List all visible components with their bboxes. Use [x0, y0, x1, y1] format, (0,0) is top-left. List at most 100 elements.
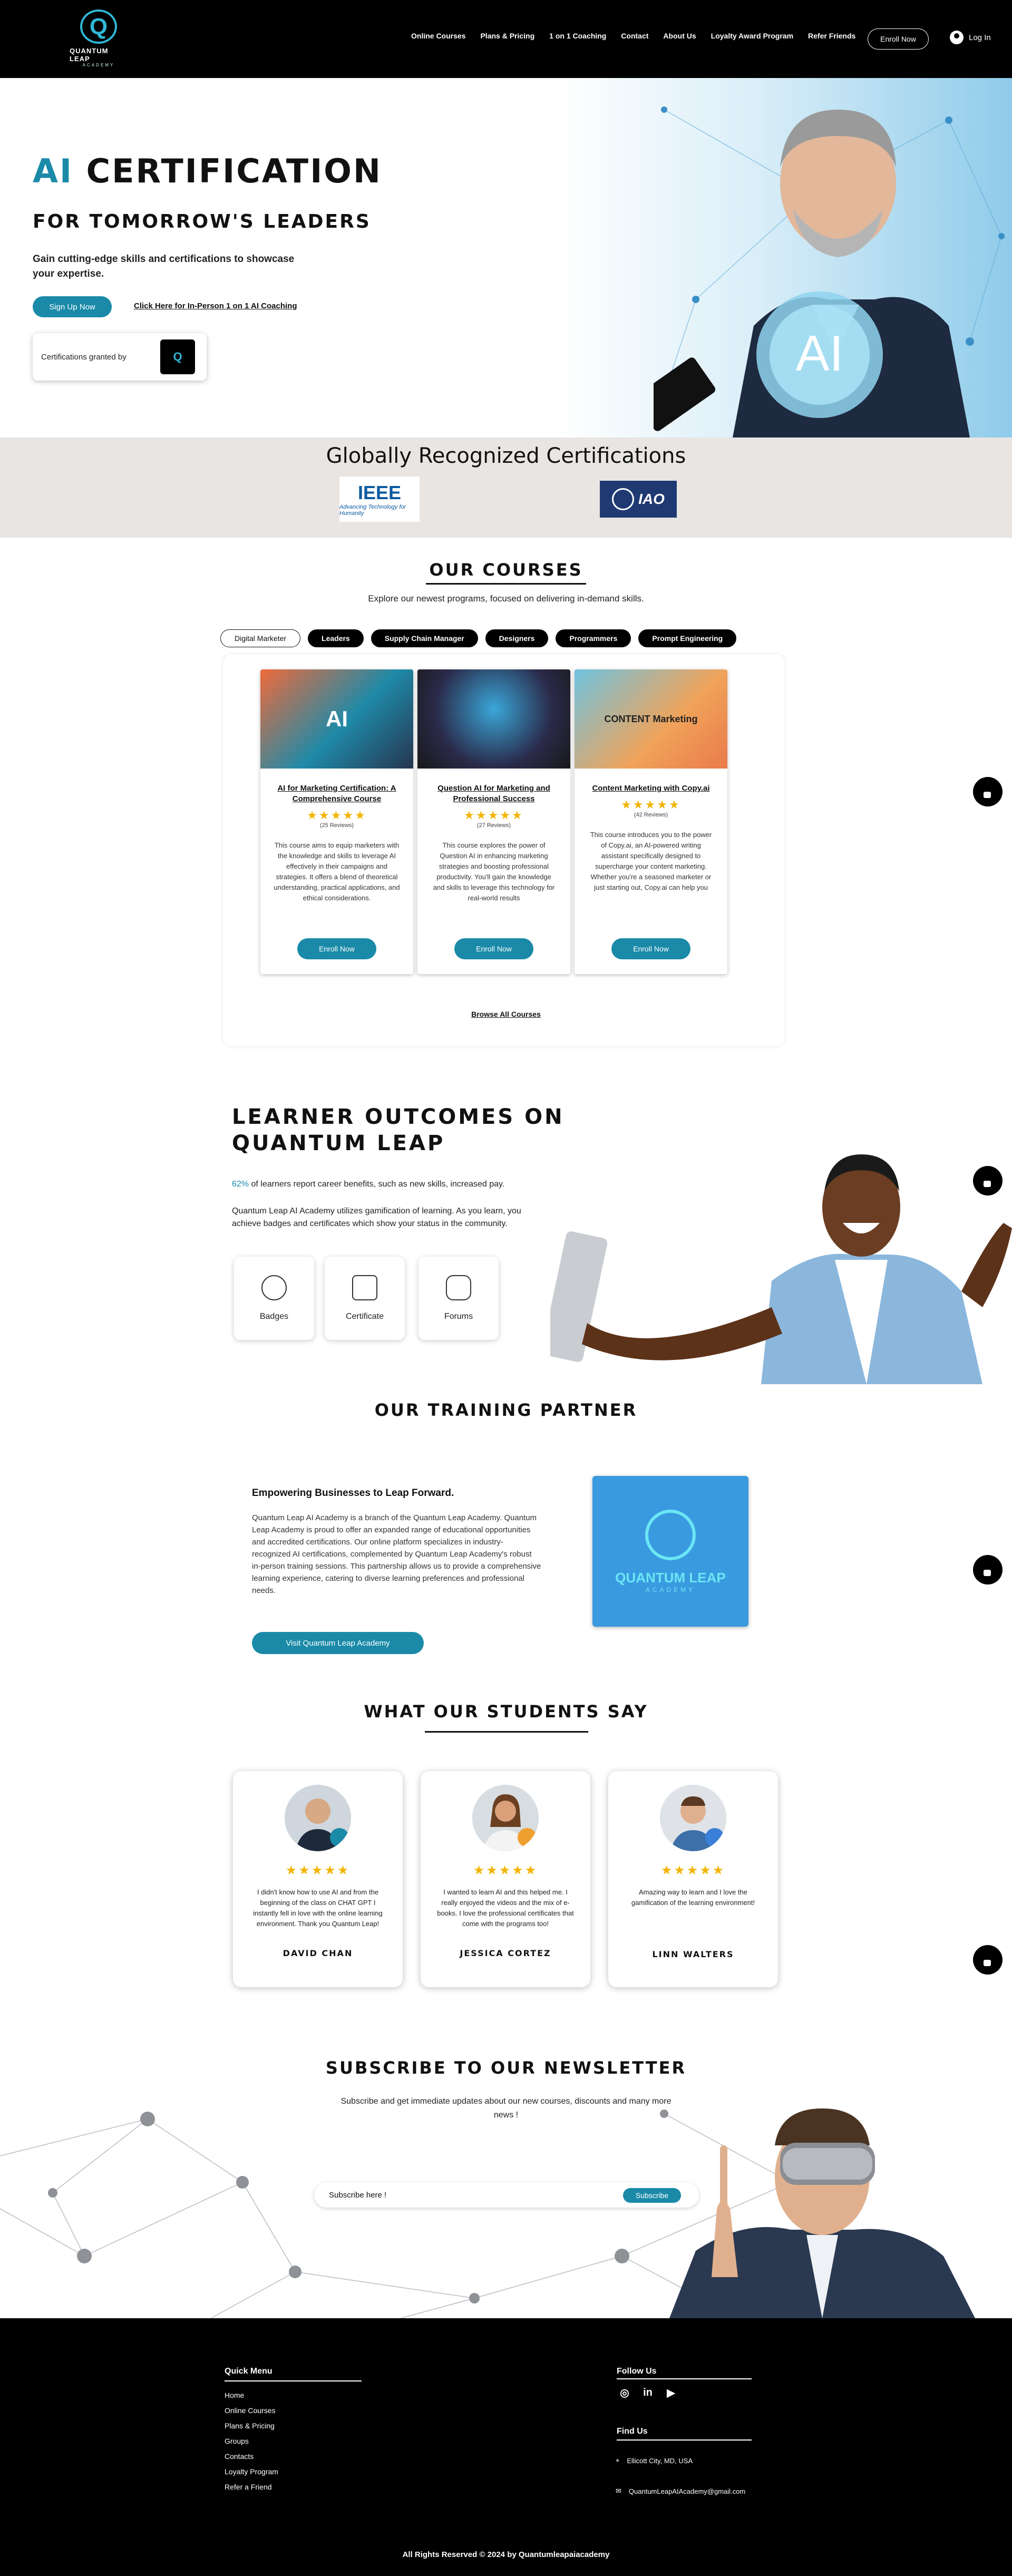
certifications-granted-card: Certifications granted by Q: [33, 333, 207, 381]
happy-student-illustration: [550, 1154, 1012, 1384]
partner-logo-sub: ACADEMY: [645, 1586, 696, 1593]
subscribe-button[interactable]: Subscribe: [623, 2188, 681, 2203]
address-text: Ellicott City, MD, USA: [627, 2456, 693, 2465]
hero-section: AI AI CERTIFICATION FOR TOMORROW'S LEADE…: [0, 78, 1012, 438]
course-description: This course aims to equip marketers with…: [274, 841, 400, 902]
login-label: Log In: [969, 33, 991, 42]
partner-title: OUR TRAINING PARTNER: [374, 1400, 638, 1420]
quick-menu-underline: [225, 2380, 362, 2381]
tab-digital-marketer[interactable]: Digital Marketer: [220, 629, 301, 647]
tab-leaders[interactable]: Leaders: [308, 629, 364, 647]
testimonial-card: ★★★★★ I didn't know how to use AI and fr…: [233, 1771, 403, 1987]
course-reviews: (27 Reviews): [476, 822, 511, 829]
email-text[interactable]: QuantumLeapAIAcademy@gmail.com: [629, 2487, 745, 2495]
footer-link-plans-pricing[interactable]: Plans & Pricing: [225, 2422, 278, 2430]
course-enroll-button[interactable]: Enroll Now: [297, 938, 376, 959]
footer-link-online-courses[interactable]: Online Courses: [225, 2406, 278, 2415]
browse-all-courses-link[interactable]: Browse All Courses: [0, 1010, 1012, 1018]
certifications-title: Globally Recognized Certifications: [326, 444, 686, 468]
course-enroll-button[interactable]: Enroll Now: [454, 938, 533, 959]
granted-label: Certifications granted by: [41, 352, 126, 362]
nav-contact[interactable]: Contact: [621, 32, 648, 40]
footer-link-contacts[interactable]: Contacts: [225, 2452, 278, 2461]
courses-title: OUR COURSES: [429, 560, 583, 580]
newsletter-email-input[interactable]: Subscribe here ! Subscribe: [314, 2182, 699, 2208]
chat-widget-icon[interactable]: [973, 777, 1003, 806]
footer-link-groups[interactable]: Groups: [225, 2437, 278, 2445]
chat-widget-icon[interactable]: [973, 1945, 1003, 1975]
course-title[interactable]: Content Marketing with Copy.ai: [585, 783, 717, 794]
course-enroll-button[interactable]: Enroll Now: [611, 938, 690, 959]
iao-logo: IAO: [600, 481, 677, 518]
instagram-icon[interactable]: ◎: [617, 2385, 632, 2400]
login-button[interactable]: Log In: [950, 31, 991, 44]
outcomes-title-line1: LEARNER OUTCOMES ON: [232, 1105, 565, 1129]
footer-link-loyalty[interactable]: Loyalty Program: [225, 2467, 278, 2476]
partner-description: Quantum Leap AI Academy is a branch of t…: [252, 1513, 541, 1595]
vr-man-illustration: [669, 2108, 975, 2318]
linkedin-icon[interactable]: in: [640, 2385, 656, 2400]
course-stars: ★★★★★: [464, 809, 524, 822]
ieee-tagline: Advancing Technology for Humanity: [339, 504, 406, 517]
enroll-now-button[interactable]: Enroll Now: [868, 28, 929, 50]
logo-q-icon: Q: [80, 9, 117, 44]
chat-widget-icon[interactable]: [973, 1555, 1003, 1585]
visit-academy-button[interactable]: Visit Quantum Leap Academy: [252, 1632, 424, 1654]
avatar: [285, 1785, 351, 1851]
nav-refer-friends[interactable]: Refer Friends: [808, 32, 855, 40]
course-title[interactable]: Question AI for Marketing and Profession…: [428, 783, 560, 804]
testimonials-title: WHAT OUR STUDENTS SAY: [364, 1702, 648, 1722]
course-card[interactable]: CONTENT Marketing Content Marketing with…: [575, 669, 727, 974]
hero-title-rest: CERTIFICATION: [86, 152, 382, 190]
footer-email[interactable]: ✉ QuantumLeapAIAcademy@gmail.com: [616, 2487, 745, 2495]
course-stars: ★★★★★: [621, 798, 681, 811]
nav-online-courses[interactable]: Online Courses: [411, 32, 465, 40]
tab-programmers[interactable]: Programmers: [556, 629, 631, 647]
testimonial-text: I didn't know how to use AI and from the…: [253, 1888, 383, 1928]
follow-us-title: Follow Us: [617, 2367, 657, 2376]
site-logo[interactable]: Q QUANTUM LEAP ACADEMY: [70, 9, 128, 67]
footer-links: Home Online Courses Plans & Pricing Grou…: [225, 2391, 278, 2491]
newsletter-placeholder: Subscribe here !: [329, 2190, 387, 2200]
testimonial-card: ★★★★★ I wanted to learn AI and this help…: [421, 1771, 590, 1987]
course-tabs: Digital Marketer Leaders Supply Chain Ma…: [220, 629, 737, 647]
footer-link-home[interactable]: Home: [225, 2391, 278, 2399]
logo-sub: ACADEMY: [82, 63, 115, 67]
ai-globe-text: AI: [796, 325, 844, 382]
page: Q QUANTUM LEAP ACADEMY Online Courses Pl…: [0, 0, 1012, 2576]
ieee-name: IEEE: [357, 482, 402, 503]
course-image: [417, 669, 570, 769]
youtube-icon[interactable]: ▶: [663, 2385, 679, 2400]
nav-loyalty[interactable]: Loyalty Award Program: [711, 32, 793, 40]
course-card[interactable]: AI AI for Marketing Certification: A Com…: [260, 669, 413, 974]
outcomes-title: LEARNER OUTCOMES ON QUANTUM LEAP: [232, 1104, 565, 1156]
avatar: [472, 1785, 539, 1851]
nav-coaching[interactable]: 1 on 1 Coaching: [549, 32, 606, 40]
courses-title-underline: [426, 583, 586, 585]
tab-supply-chain-manager[interactable]: Supply Chain Manager: [371, 629, 478, 647]
course-title[interactable]: AI for Marketing Certification: A Compre…: [271, 783, 403, 804]
follow-us-underline: [617, 2378, 752, 2379]
location-pin-icon: ⌖: [616, 2456, 620, 2464]
partner-logo: QUANTUM LEAP ACADEMY: [592, 1476, 748, 1627]
testimonial-stars: ★★★★★: [473, 1863, 538, 1878]
newsletter-title: SUBSCRIBE TO OUR NEWSLETTER: [325, 2058, 687, 2078]
tab-prompt-engineering[interactable]: Prompt Engineering: [638, 629, 737, 647]
testimonial-name: LINN WALTERS: [652, 1949, 734, 1959]
course-description: This course explores the power of Questi…: [433, 841, 555, 902]
tab-designers[interactable]: Designers: [485, 629, 549, 647]
outcomes-description: Quantum Leap AI Academy utilizes gamific…: [232, 1207, 521, 1228]
copyright: All Rights Reserved © 2024 by Quantumlea…: [402, 2550, 610, 2559]
iao-seal-icon: [612, 488, 635, 510]
forums-icon: [446, 1275, 471, 1300]
course-card[interactable]: Question AI for Marketing and Profession…: [417, 669, 570, 974]
iao-name: IAO: [638, 491, 665, 507]
coaching-link[interactable]: Click Here for In-Person 1 on 1 AI Coach…: [134, 302, 297, 310]
sign-up-button[interactable]: Sign Up Now: [33, 296, 112, 317]
nav-about-us[interactable]: About Us: [663, 32, 696, 40]
outcomes-stat-text: of learners report career benefits, such…: [249, 1180, 505, 1189]
nav-plans-pricing[interactable]: Plans & Pricing: [480, 32, 534, 40]
footer-link-refer[interactable]: Refer a Friend: [225, 2483, 278, 2491]
testimonial-stars: ★★★★★: [285, 1863, 351, 1878]
newsletter-subtitle: Subscribe and get immediate updates abou…: [340, 2097, 672, 2120]
